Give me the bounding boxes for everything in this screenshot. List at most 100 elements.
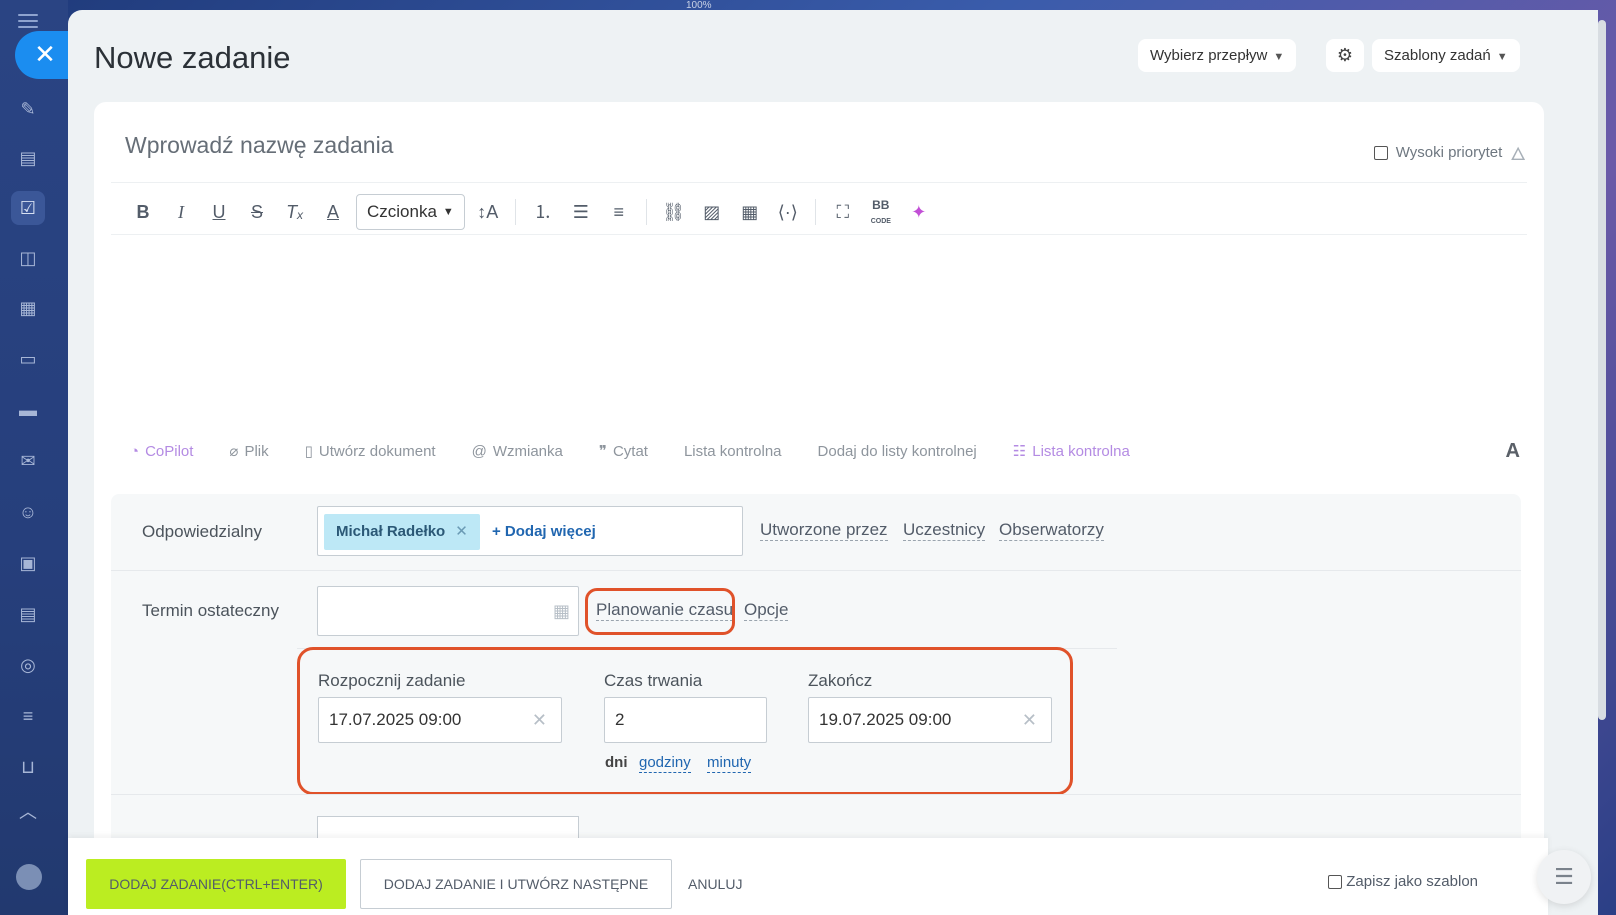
rail-cart-icon[interactable]: ⊔ bbox=[16, 755, 40, 779]
rail-contacts-icon[interactable]: ☺ bbox=[16, 500, 40, 524]
bullet-list-icon[interactable]: ☰ bbox=[562, 194, 600, 230]
created-by-link[interactable]: Utworzone przez bbox=[760, 520, 888, 541]
toolbar-separator bbox=[814, 199, 816, 225]
cancel-button[interactable]: ANULUJ bbox=[688, 859, 742, 909]
divider bbox=[111, 234, 1527, 235]
ai-image-icon[interactable]: ✦ bbox=[900, 194, 938, 230]
file-label: Plik bbox=[244, 442, 269, 460]
mention-button[interactable]: @ Wzmianka bbox=[472, 443, 563, 460]
image-icon[interactable]: ▨ bbox=[693, 194, 731, 230]
clear-icon[interactable]: ✕ bbox=[532, 698, 547, 742]
chevron-down-icon: ▼ bbox=[442, 206, 454, 218]
task-name-input[interactable]: Wprowadź nazwę zadania bbox=[125, 132, 393, 159]
page-title: Nowe zadanie bbox=[94, 40, 291, 75]
font-size-icon[interactable]: ↕A bbox=[469, 194, 507, 230]
text-color-icon[interactable]: A bbox=[314, 194, 352, 230]
checklist-button[interactable]: Lista kontrolna bbox=[684, 443, 782, 460]
priority-checkbox[interactable] bbox=[1373, 145, 1388, 160]
priority-label: Wysoki priorytet bbox=[1395, 144, 1503, 161]
bbcode-icon[interactable]: BB CODE bbox=[862, 194, 900, 230]
save-template-checkbox[interactable] bbox=[1328, 874, 1343, 889]
deadline-input[interactable]: ▦ bbox=[317, 586, 579, 636]
avatar[interactable] bbox=[16, 864, 42, 890]
file-button[interactable]: ⌀ Plik bbox=[229, 442, 269, 461]
align-icon[interactable]: ≡ bbox=[600, 194, 638, 230]
end-label: Zakończ bbox=[808, 671, 873, 690]
font-toggle-button[interactable]: A bbox=[1506, 440, 1520, 463]
start-date-value: 17.07.2025 09:00 bbox=[329, 710, 462, 729]
save-template-label: Zapisz jako szablon bbox=[1346, 873, 1478, 890]
flame-icon: 🜂 bbox=[1510, 144, 1526, 164]
add-to-checklist-button[interactable]: Dodaj do listy kontrolnej bbox=[818, 443, 977, 460]
copilot-icon: ◔ bbox=[130, 442, 140, 460]
unit-days[interactable]: dni bbox=[605, 754, 628, 771]
italic-icon[interactable]: I bbox=[162, 194, 200, 230]
add-more-link[interactable]: + Dodaj więcej bbox=[492, 514, 596, 550]
add-task-button[interactable]: DODAJ ZADANIE(CTRL+ENTER) bbox=[86, 859, 346, 909]
remove-icon[interactable]: ✕ bbox=[455, 523, 468, 540]
rail-chat-icon[interactable]: ◫ bbox=[16, 246, 40, 270]
flow-select-button[interactable]: Wybierz przepływ ▼ bbox=[1138, 39, 1297, 72]
rail-crm-icon[interactable]: ▤ bbox=[16, 602, 40, 626]
menu-icon[interactable] bbox=[18, 14, 38, 28]
scrollbar[interactable] bbox=[1598, 20, 1606, 720]
left-rail: ✎ ▤ ☑ ◫ ▦ ▭ ▬ ✉ ☺ ▣ ▤ ◎ ≡ ⊔ ︿ bbox=[0, 0, 68, 915]
chevron-down-icon: ▼ bbox=[1273, 51, 1285, 63]
save-template-toggle[interactable]: Zapisz jako szablon bbox=[1328, 873, 1478, 890]
font-select[interactable]: Czcionka ▼ bbox=[356, 194, 465, 230]
create-document-button[interactable]: ▯ Utwórz dokument bbox=[305, 442, 436, 461]
quote-label: Cytat bbox=[612, 442, 648, 460]
options-link[interactable]: Opcje bbox=[744, 600, 789, 621]
rail-filter-icon[interactable]: ≡ bbox=[16, 704, 40, 728]
checklist-new-button[interactable]: ☷ Lista kontrolna bbox=[1013, 442, 1130, 461]
strikethrough-icon[interactable]: S bbox=[238, 194, 276, 230]
divider bbox=[111, 182, 1527, 183]
fullscreen-icon[interactable]: ⛶ bbox=[824, 194, 862, 230]
at-icon: @ bbox=[471, 442, 487, 460]
unit-minutes[interactable]: minuty bbox=[707, 754, 752, 773]
responsible-chip[interactable]: Michał Radełko ✕ bbox=[324, 514, 480, 550]
copilot-label: CoPilot bbox=[145, 442, 194, 460]
add-and-next-button[interactable]: DODAJ ZADANIE I UTWÓRZ NASTĘPNE bbox=[360, 859, 672, 909]
chevron-down-icon: ▼ bbox=[1496, 51, 1508, 63]
start-label: Rozpocznij zadanie bbox=[318, 671, 466, 690]
create-document-label: Utwórz dokument bbox=[318, 442, 436, 460]
rail-goals-icon[interactable]: ◎ bbox=[16, 653, 40, 677]
copilot-button[interactable]: ◔ CoPilot bbox=[130, 443, 193, 460]
rail-mail-icon[interactable]: ✉ bbox=[16, 449, 40, 473]
clear-format-icon[interactable]: Tₓ bbox=[276, 194, 314, 230]
rail-document-icon[interactable]: ▤ bbox=[16, 146, 40, 170]
observers-link[interactable]: Obserwatorzy bbox=[999, 520, 1104, 541]
templates-button[interactable]: Szablony zadań ▼ bbox=[1372, 39, 1520, 72]
table-icon[interactable]: ▦ bbox=[731, 194, 769, 230]
rail-tasks-icon[interactable]: ☑ bbox=[11, 191, 45, 225]
participants-link[interactable]: Uczestnicy bbox=[903, 520, 986, 541]
rail-board-icon[interactable]: ▣ bbox=[16, 551, 40, 575]
rail-calendar-icon[interactable]: ▦ bbox=[16, 296, 40, 320]
menu-list-icon[interactable]: ☰ bbox=[1537, 850, 1591, 904]
clear-icon[interactable]: ✕ bbox=[1022, 698, 1037, 742]
high-priority-toggle[interactable]: Wysoki priorytet 🜂 bbox=[1373, 134, 1526, 171]
start-date-input[interactable]: 17.07.2025 09:00 ✕ bbox=[318, 697, 562, 743]
code-icon[interactable]: ⟨·⟩ bbox=[769, 194, 807, 230]
bold-icon[interactable]: B bbox=[124, 194, 162, 230]
responsible-field[interactable]: Michał Radełko ✕ + Dodaj więcej bbox=[317, 506, 743, 556]
rail-more-icon[interactable]: ︿ bbox=[16, 800, 40, 824]
underline-icon[interactable]: U bbox=[200, 194, 238, 230]
rail-feed-icon[interactable]: ✎ bbox=[16, 97, 40, 121]
checklist-new-label: Lista kontrolna bbox=[1032, 442, 1130, 460]
rail-file-icon[interactable]: ▭ bbox=[16, 347, 40, 371]
close-button[interactable]: ✕ bbox=[15, 31, 69, 79]
unit-hours[interactable]: godziny bbox=[639, 754, 691, 773]
checklist-label: Lista kontrolna bbox=[683, 442, 782, 460]
end-date-input[interactable]: 19.07.2025 09:00 ✕ bbox=[808, 697, 1052, 743]
duration-input[interactable]: 2 bbox=[604, 697, 767, 743]
quote-button[interactable]: ❞ Cytat bbox=[599, 442, 648, 461]
calendar-icon[interactable]: ▦ bbox=[553, 601, 570, 622]
rail-drive-icon[interactable]: ▬ bbox=[16, 398, 40, 422]
paperclip-icon: ⌀ bbox=[229, 443, 239, 460]
gear-icon[interactable]: ⚙ bbox=[1326, 39, 1364, 72]
numbered-list-icon[interactable]: ⒈ bbox=[524, 194, 562, 230]
link-icon[interactable]: ⛓ bbox=[655, 194, 693, 230]
flow-select-label: Wybierz przepływ bbox=[1150, 47, 1268, 64]
